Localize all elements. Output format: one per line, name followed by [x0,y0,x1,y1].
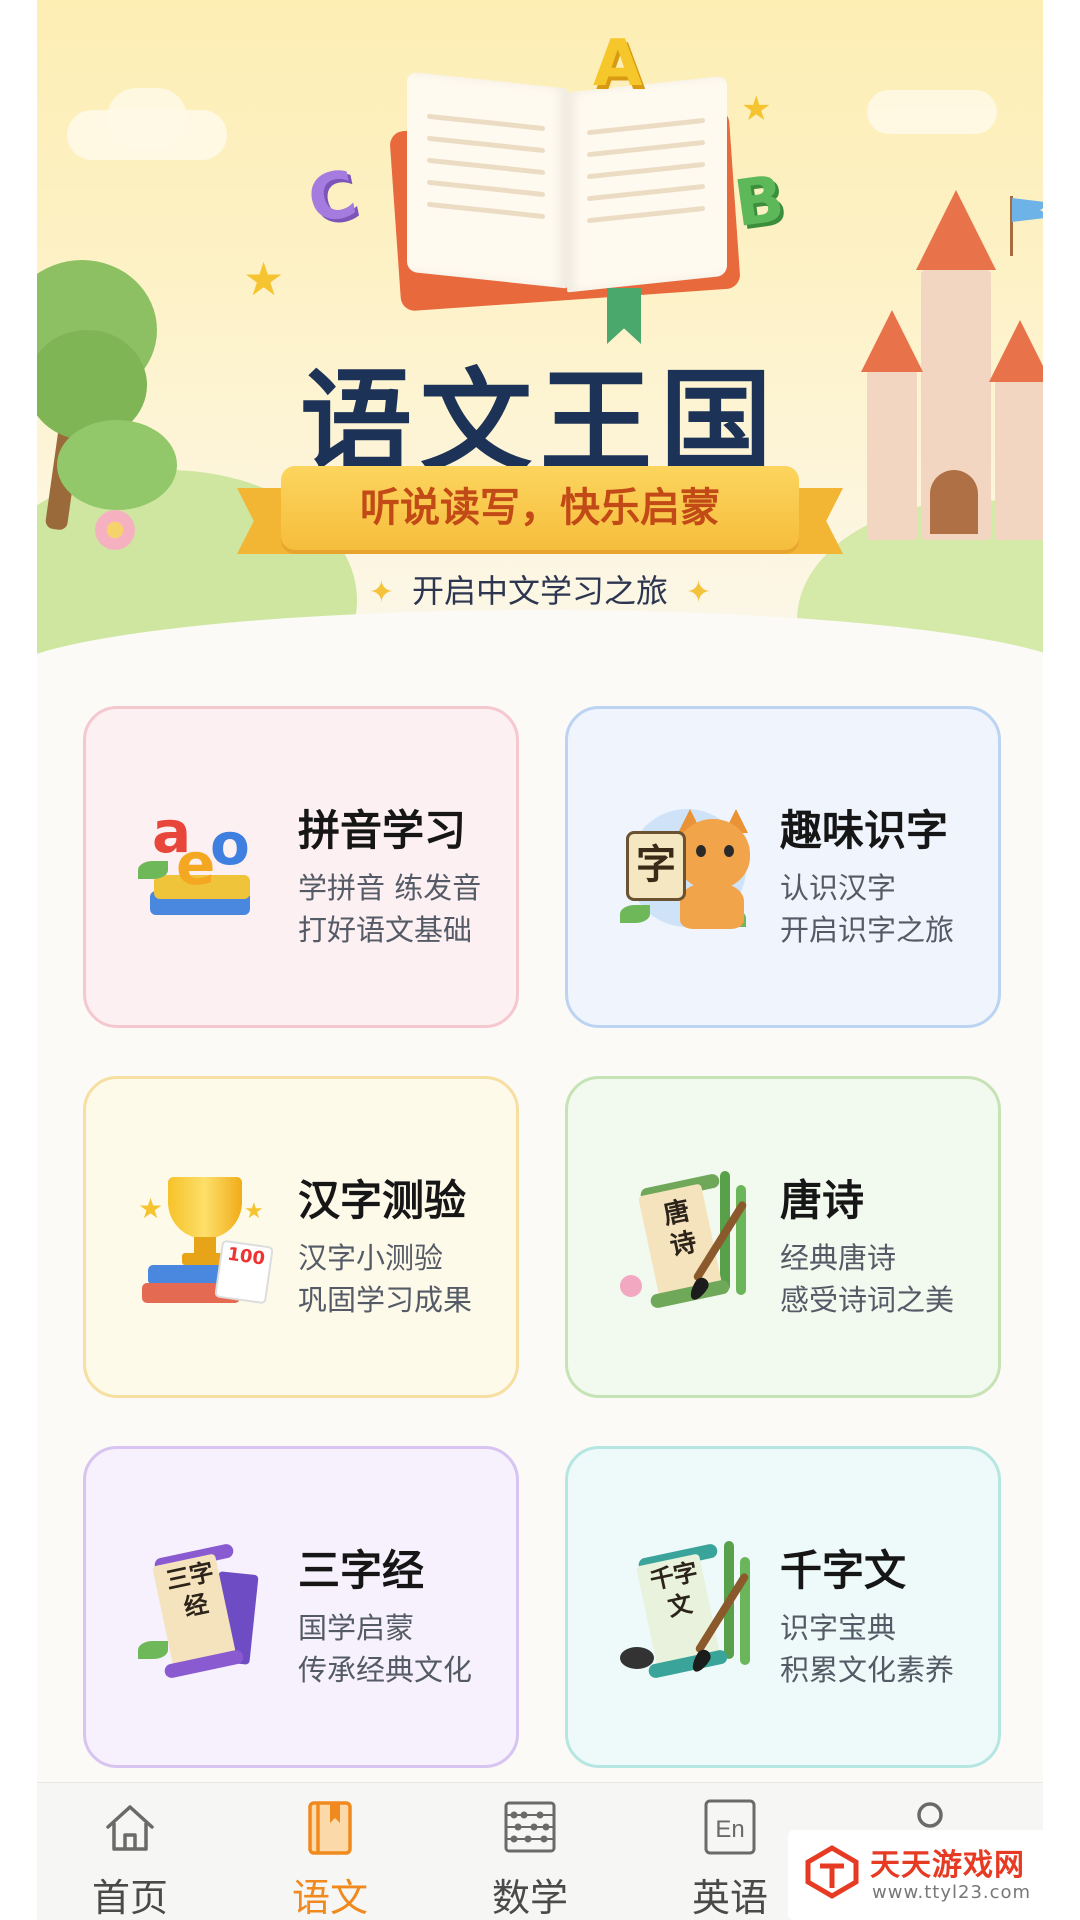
card-title: 趣味识字 [780,806,949,855]
card-title: 三字经 [298,1546,425,1595]
letter-a-icon: A [593,27,643,101]
letter-b-icon: B [730,161,789,243]
poem-scroll-icon: 唐诗 [620,1171,754,1310]
card-title: 汉字测验 [298,1176,467,1225]
tab-math[interactable]: 数学 [445,1783,615,1920]
card-description: 学拼音 练发音 打好语文基础 [298,871,482,947]
card-description: 汉字小测验 巩固学习成果 [298,1241,473,1317]
book-icon [308,1801,352,1855]
tab-label: 数学 [491,1876,568,1920]
card-thousand-character-classic[interactable]: 千字文 千字文 识字宝典 积累文化素养 [565,1446,1001,1768]
tab-label: 首页 [91,1876,168,1920]
cloud [867,90,997,134]
card-description: 识字宝典 积累文化素养 [780,1611,955,1687]
svg-text:En: En [715,1816,744,1843]
card-character-quiz[interactable]: ★ ★ 100 汉字测验 汉字小测验 巩固学习成果 [83,1076,519,1398]
cloud [107,88,187,148]
card-description: 认识汉字 开启识字之旅 [780,871,955,947]
tab-label: 语文 [291,1876,368,1920]
slogan-ribbon: 听说读写，快乐启蒙 [281,466,799,550]
card-title: 拼音学习 [298,806,467,855]
card-three-character-classic[interactable]: 三字经 三字经 国学启蒙 传承经典文化 [83,1446,519,1768]
ink-scroll-icon: 千字文 [620,1541,754,1680]
watermark-site-name: 天天游戏网 [870,1848,1025,1883]
card-tang-poems[interactable]: 唐诗 唐诗 经典唐诗 感受诗词之美 [565,1076,1001,1398]
tab-chinese[interactable]: 语文 [245,1783,415,1920]
cat-character-icon: 字 [620,801,754,935]
star-icon: ★ [741,89,772,129]
classic-scroll-icon: 三字经 [138,1541,272,1680]
english-icon: En [704,1799,756,1855]
watermark: 天天游戏网 www.ttyl23.com [788,1830,1048,1920]
star-icon: ★ [243,252,285,306]
hero-subtitle-text: 开启中文学习之旅 [411,572,668,610]
watermark-url: www.ttyl23.com [872,1882,1032,1903]
card-description: 经典唐诗 感受诗词之美 [780,1241,955,1317]
hero-banner: A B C ★ ★ 语文王国 听说读写，快乐启蒙 ✦ 开启中文学习之旅 ✦ [37,0,1043,660]
trophy-icon: ★ ★ 100 [138,1171,274,1305]
letter-c-icon: C [301,156,364,240]
card-character-learning[interactable]: 字 趣味识字 认识汉字 开启识字之旅 [565,706,1001,1028]
hero-subtitle: ✦ 开启中文学习之旅 ✦ [37,566,1043,612]
site-logo-icon [805,1845,859,1899]
card-title: 千字文 [780,1546,907,1595]
card-description: 国学启蒙 传承经典文化 [298,1611,473,1687]
sparkle-icon: ✦ [368,575,394,610]
abacus-icon [504,1801,556,1853]
home-icon [106,1805,154,1851]
open-book-illustration [389,60,741,344]
flower-icon [95,510,135,550]
card-pinyin[interactable]: a e o 拼音学习 学拼音 练发音 打好语文基础 [83,706,519,1028]
tab-home[interactable]: 首页 [45,1783,215,1920]
flag-icon [1012,198,1043,222]
app-screen: A B C ★ ★ 语文王国 听说读写，快乐启蒙 ✦ 开启中文学习之旅 ✦ a e … [37,0,1043,1920]
pinyin-icon: a e o [138,801,272,935]
card-title: 唐诗 [780,1176,865,1225]
sparkle-icon: ✦ [686,575,712,610]
